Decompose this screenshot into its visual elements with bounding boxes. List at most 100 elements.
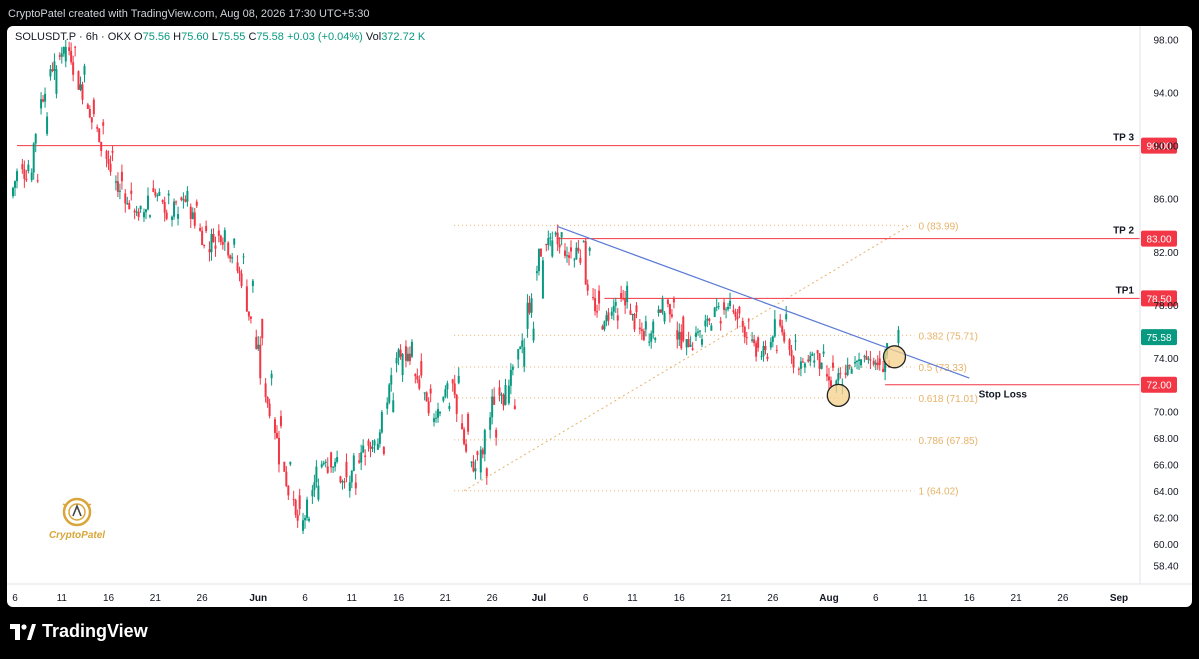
candle-body: [397, 349, 400, 359]
candle-body: [437, 408, 440, 418]
candle-body: [126, 203, 129, 205]
candle-body: [60, 53, 63, 57]
candle-body: [773, 319, 776, 337]
candle-body: [268, 403, 271, 417]
candle-body: [294, 499, 297, 515]
x-tick-label: 16: [964, 593, 976, 604]
candle-body: [247, 311, 250, 317]
candle-body: [566, 255, 568, 257]
candle-body: [74, 46, 77, 48]
candle-body: [860, 359, 863, 366]
candle-body: [556, 232, 559, 245]
candle-body: [872, 360, 875, 365]
candle-body: [854, 362, 857, 364]
candle-body: [476, 451, 479, 455]
candle-body: [77, 71, 80, 90]
candle-body: [62, 46, 65, 54]
x-tick-label: 26: [487, 593, 499, 604]
candle-body: [214, 245, 217, 249]
candle-body: [577, 247, 580, 251]
candle-body: [388, 384, 391, 403]
candle-body: [771, 336, 774, 342]
candle-body: [401, 353, 404, 376]
candle-body: [55, 69, 58, 94]
candle-body: [794, 340, 797, 342]
candle-body: [306, 499, 309, 518]
tradingview-logo[interactable]: TradingView: [10, 621, 148, 642]
candle-body: [500, 394, 503, 396]
candle-body: [410, 341, 413, 357]
open-value: 75.56: [142, 31, 171, 43]
x-tick-label: Jul: [532, 593, 547, 604]
y-tick-label: 78.00: [1153, 301, 1178, 312]
candle-body: [116, 181, 119, 192]
candle-body: [275, 432, 278, 438]
candle-body: [311, 490, 314, 497]
candle-body: [710, 325, 713, 331]
candle-body: [467, 413, 470, 432]
candle-body: [539, 248, 542, 257]
x-tick-label: 11: [627, 593, 638, 604]
candle-body: [526, 302, 529, 329]
candle-body: [171, 216, 174, 220]
candle-body: [173, 201, 176, 217]
candle-body: [856, 360, 859, 363]
tradingview-icon: [10, 623, 36, 640]
candle-body: [769, 341, 772, 348]
candle-body: [154, 191, 157, 196]
candle-body: [470, 461, 473, 463]
level-label: TP 3: [1113, 133, 1134, 144]
candle-body: [364, 455, 367, 457]
x-tick-label: 6: [12, 593, 18, 604]
candle-body: [51, 69, 54, 71]
candle-body: [736, 316, 739, 320]
candle-body: [180, 197, 183, 201]
candle-body: [27, 164, 30, 172]
candle-body: [320, 464, 323, 468]
candle-body: [111, 150, 114, 153]
candle-body: [315, 466, 318, 483]
candle-body: [601, 326, 604, 330]
candle-body: [644, 321, 647, 330]
candle-body: [435, 417, 438, 419]
candle-body: [23, 169, 26, 179]
level-label: TP 2: [1113, 226, 1134, 237]
candle-body: [386, 402, 389, 409]
candle-body: [336, 457, 339, 462]
x-tick-label: 16: [103, 593, 115, 604]
candle-body: [425, 392, 428, 402]
coin-icon: [62, 497, 92, 527]
fib-label: 0.786 (67.85): [918, 436, 978, 447]
candle-body: [706, 318, 709, 321]
candle-body: [79, 84, 82, 90]
candle-body: [341, 481, 344, 483]
candle-body: [330, 452, 333, 468]
fib-label: 1 (64.02): [918, 487, 958, 498]
candle-body: [98, 128, 101, 142]
candle-body: [495, 429, 498, 438]
candle-body: [825, 374, 828, 377]
candle-body: [715, 306, 718, 308]
fib-label: 0.382 (75.71): [918, 331, 978, 342]
candle-body: [582, 241, 585, 243]
candle-body: [663, 312, 666, 322]
price-chart[interactable]: 0 (83.99)0.382 (75.71)0.5 (73.33)0.618 (…: [7, 26, 1192, 607]
candle-body: [92, 99, 95, 115]
candle-body: [382, 447, 385, 454]
volume-value: 372.72 K: [381, 31, 426, 43]
candle-body: [259, 344, 262, 379]
candle-body: [102, 122, 105, 126]
candle-body: [287, 485, 290, 496]
candle-body: [719, 320, 722, 324]
candle-body: [362, 445, 365, 453]
candle-body: [612, 305, 615, 312]
candle-body: [558, 244, 561, 248]
candle-body: [652, 321, 655, 334]
candle-body: [491, 396, 494, 418]
candle-body: [302, 520, 305, 531]
candle-body: [698, 330, 701, 332]
candle-body: [648, 341, 651, 343]
high-label: H: [173, 31, 182, 43]
chart-panel[interactable]: 0 (83.99)0.382 (75.71)0.5 (73.33)0.618 (…: [7, 26, 1192, 607]
x-tick-label: Jun: [249, 593, 267, 604]
